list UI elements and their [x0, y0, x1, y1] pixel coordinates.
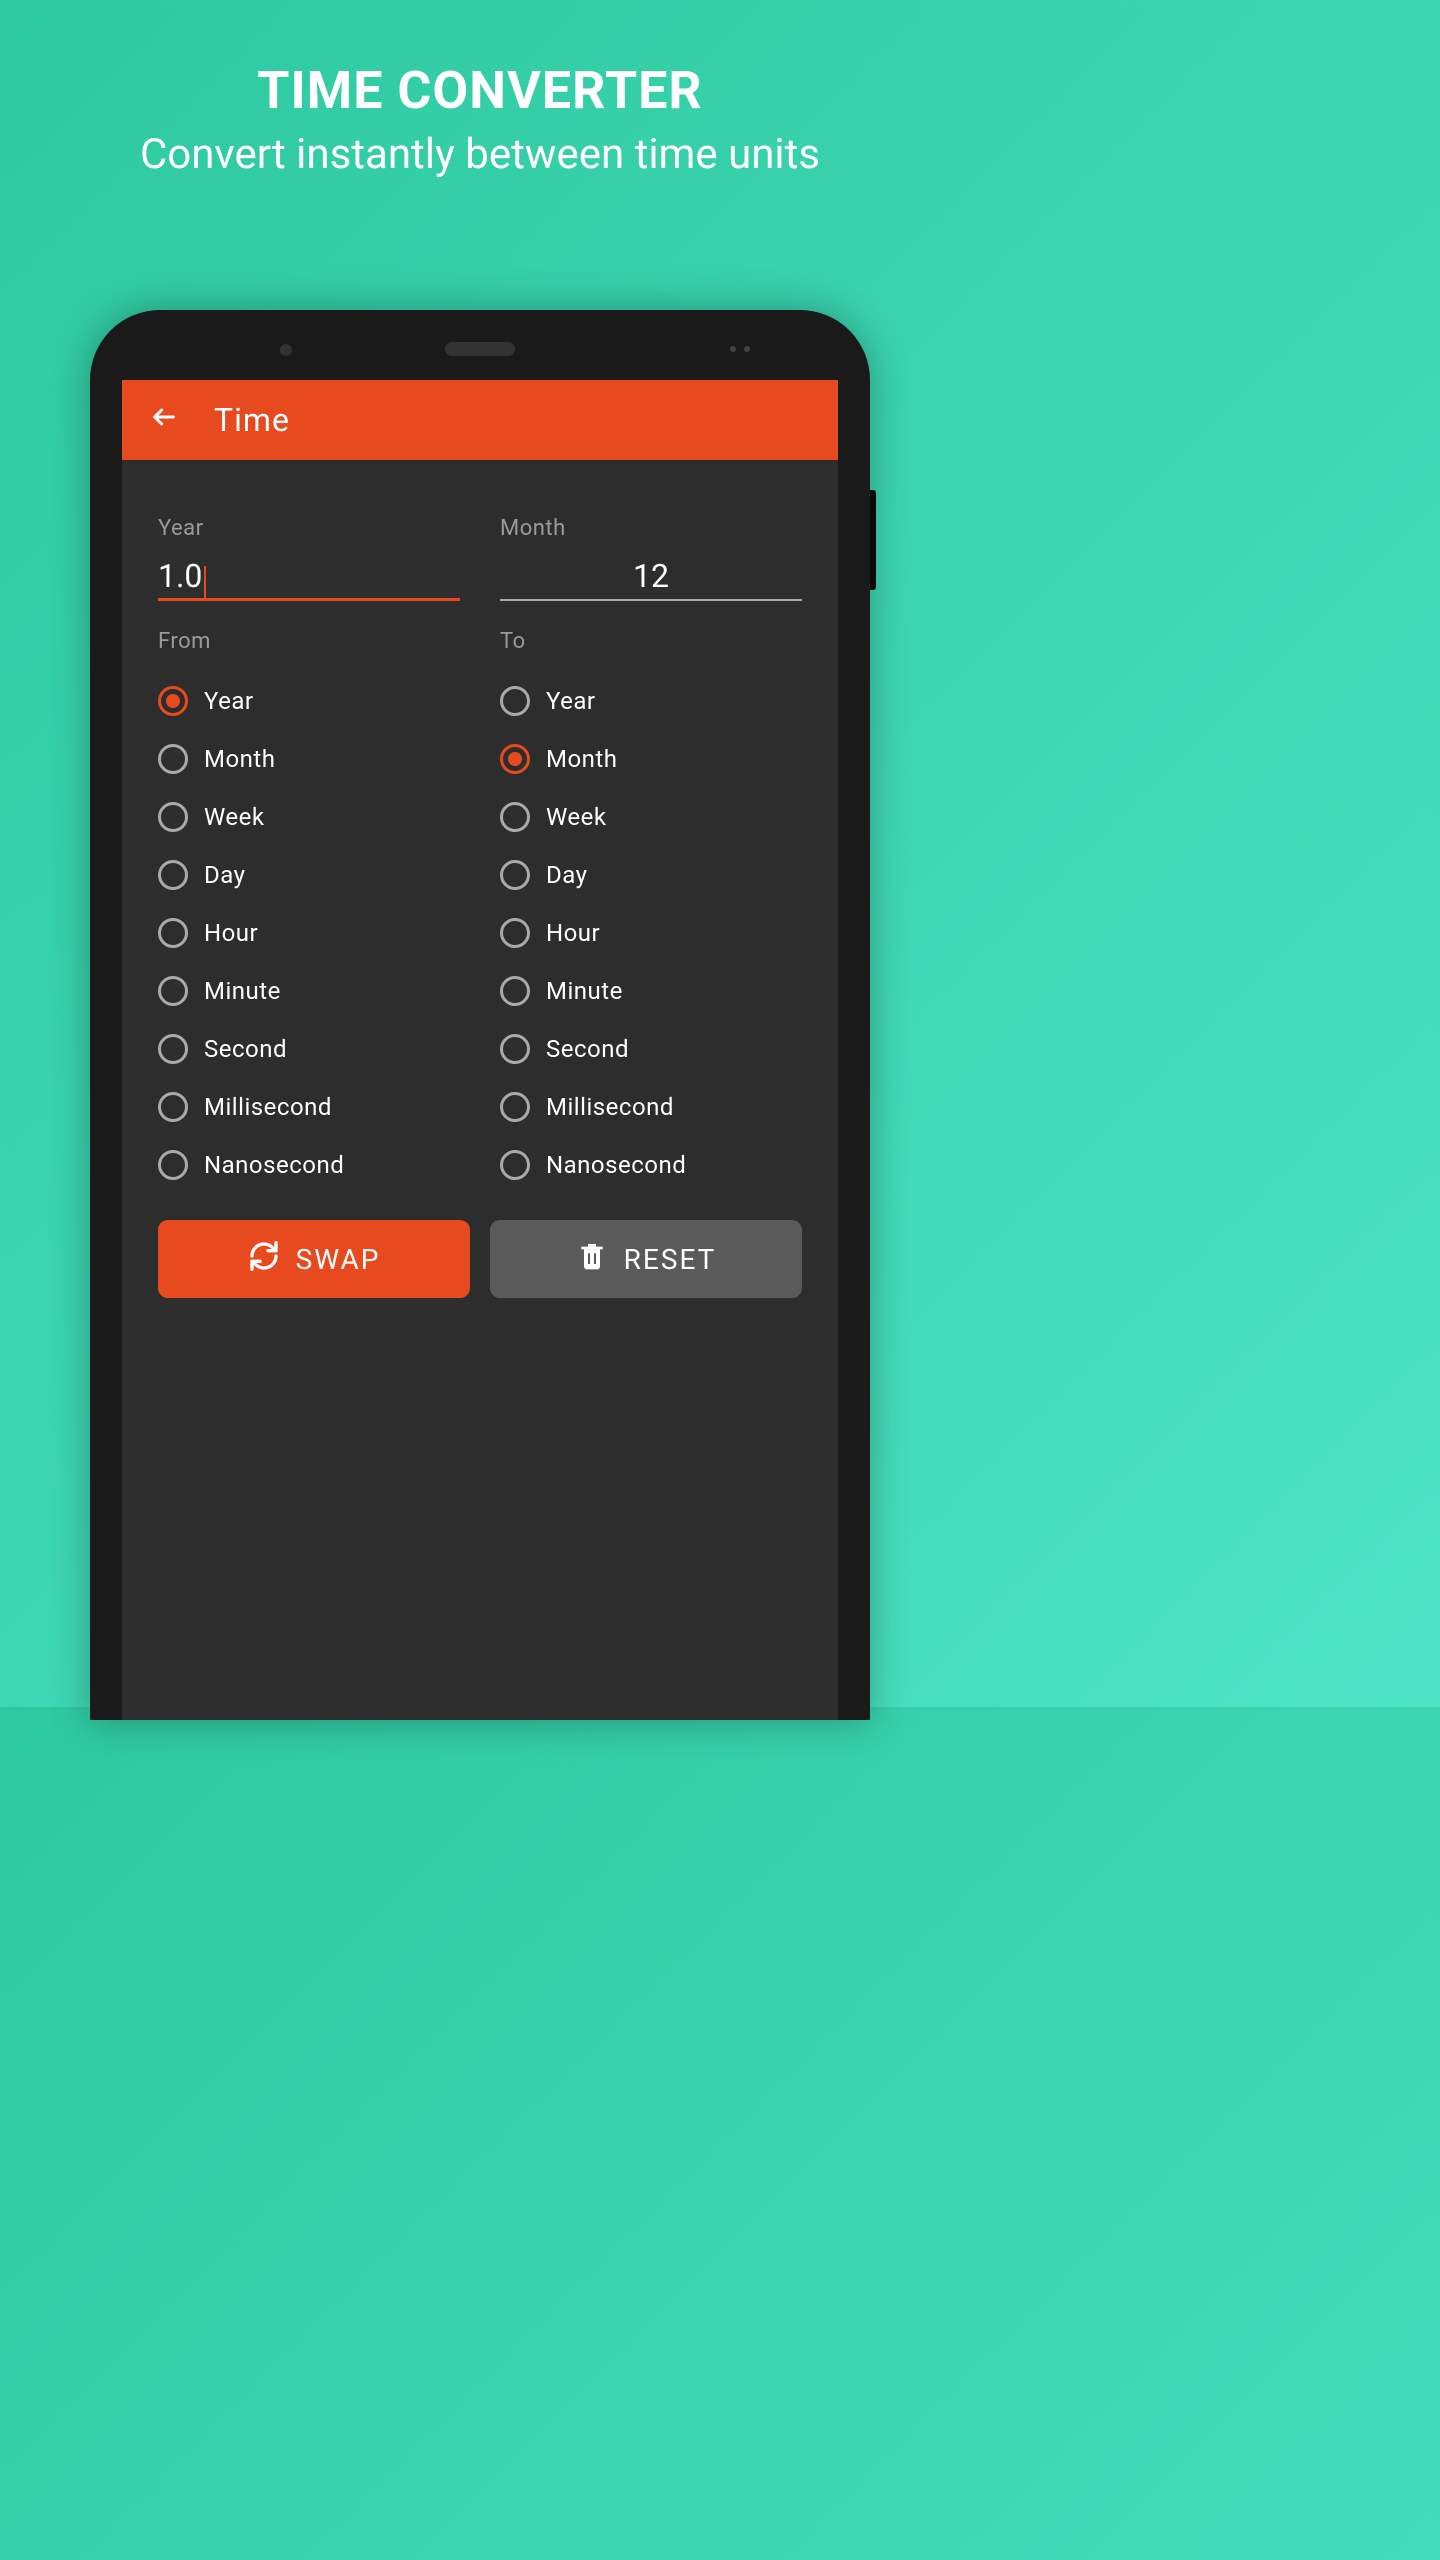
radio-label: Millisecond	[204, 1093, 332, 1121]
radio-label: Month	[204, 745, 275, 773]
radio-icon	[158, 1150, 188, 1180]
promo-subtitle: Convert instantly between time units	[0, 129, 960, 182]
app-bar-title: Time	[214, 401, 290, 439]
from-radio-day[interactable]: Day	[158, 846, 460, 904]
radio-label: Nanosecond	[204, 1151, 344, 1179]
radio-label: Millisecond	[546, 1093, 674, 1121]
to-radio-hour[interactable]: Hour	[500, 904, 802, 962]
from-radio-list: Year Month Week Day Hour Minute Second Millisec…	[158, 672, 460, 1194]
swap-button[interactable]: SWAP	[158, 1220, 470, 1298]
to-radio-second[interactable]: Second	[500, 1020, 802, 1078]
radio-icon	[500, 802, 530, 832]
swap-button-label: SWAP	[296, 1243, 381, 1276]
from-input-label: Year	[158, 516, 460, 541]
to-radio-list: Year Month Week Day Hour Minute Second Millisec…	[500, 672, 802, 1194]
radio-icon	[158, 918, 188, 948]
to-column: Month 12 To Year Month Week Day Hour Minute Se…	[500, 516, 802, 1194]
radio-icon	[158, 744, 188, 774]
to-radio-week[interactable]: Week	[500, 788, 802, 846]
text-cursor	[204, 566, 206, 600]
radio-label: Year	[204, 687, 254, 715]
radio-label: Second	[204, 1035, 287, 1063]
from-radio-month[interactable]: Month	[158, 730, 460, 788]
from-radio-second[interactable]: Second	[158, 1020, 460, 1078]
reset-button[interactable]: RESET	[490, 1220, 802, 1298]
radio-label: Year	[546, 687, 596, 715]
from-section-label: From	[158, 629, 460, 654]
radio-icon	[500, 744, 530, 774]
from-radio-minute[interactable]: Minute	[158, 962, 460, 1020]
radio-icon	[500, 860, 530, 890]
to-radio-minute[interactable]: Minute	[500, 962, 802, 1020]
promo-title: TIME CONVERTER	[0, 60, 960, 121]
radio-icon	[500, 1150, 530, 1180]
radio-icon	[158, 686, 188, 716]
content-area: Year 1.0 From Year Month Week Day Hour Minute…	[122, 460, 838, 1318]
radio-label: Day	[204, 861, 245, 889]
from-radio-nanosecond[interactable]: Nanosecond	[158, 1136, 460, 1194]
from-radio-hour[interactable]: Hour	[158, 904, 460, 962]
radio-icon	[500, 976, 530, 1006]
radio-icon	[500, 1034, 530, 1064]
to-radio-nanosecond[interactable]: Nanosecond	[500, 1136, 802, 1194]
from-input[interactable]: 1.0	[158, 557, 460, 601]
phone-sensor-dots	[730, 346, 750, 352]
radio-icon	[500, 1092, 530, 1122]
reset-button-label: RESET	[624, 1243, 717, 1276]
from-radio-millisecond[interactable]: Millisecond	[158, 1078, 460, 1136]
from-radio-week[interactable]: Week	[158, 788, 460, 846]
from-input-value: 1.0	[158, 557, 202, 595]
radio-icon	[158, 976, 188, 1006]
radio-icon	[158, 1034, 188, 1064]
radio-label: Week	[204, 803, 265, 831]
promo-banner: TIME CONVERTER Convert instantly between…	[0, 0, 960, 182]
radio-label: Nanosecond	[546, 1151, 686, 1179]
to-section-label: To	[500, 629, 802, 654]
radio-label: Minute	[546, 977, 623, 1005]
to-input[interactable]: 12	[500, 557, 802, 601]
radio-icon	[500, 686, 530, 716]
radio-icon	[158, 860, 188, 890]
to-radio-millisecond[interactable]: Millisecond	[500, 1078, 802, 1136]
radio-label: Day	[546, 861, 587, 889]
phone-frame: Time Year 1.0 From YearMonthWeekDayHourM…	[90, 310, 870, 1720]
app-screen: Time Year 1.0 From YearMonthWeekDayHourM…	[122, 380, 838, 1720]
radio-icon	[500, 918, 530, 948]
to-input-label: Month	[500, 516, 802, 541]
radio-icon	[158, 802, 188, 832]
from-column: Year 1.0 From Year Month Week Day Hour Minute…	[158, 516, 460, 1194]
back-arrow-icon[interactable]	[150, 401, 178, 439]
radio-icon	[158, 1092, 188, 1122]
phone-camera	[280, 344, 292, 356]
radio-label: Hour	[204, 919, 258, 947]
from-radio-year[interactable]: Year	[158, 672, 460, 730]
radio-label: Hour	[546, 919, 600, 947]
radio-label: Minute	[204, 977, 281, 1005]
button-row: SWAP RESET	[158, 1220, 802, 1298]
phone-speaker	[445, 342, 515, 356]
radio-label: Month	[546, 745, 617, 773]
swap-icon	[248, 1240, 280, 1279]
to-input-value: 12	[500, 557, 802, 595]
radio-label: Week	[546, 803, 607, 831]
to-radio-month[interactable]: Month	[500, 730, 802, 788]
to-radio-year[interactable]: Year	[500, 672, 802, 730]
trash-icon	[576, 1240, 608, 1279]
to-radio-day[interactable]: Day	[500, 846, 802, 904]
app-bar: Time	[122, 380, 838, 460]
phone-side-button	[870, 490, 876, 590]
radio-label: Second	[546, 1035, 629, 1063]
